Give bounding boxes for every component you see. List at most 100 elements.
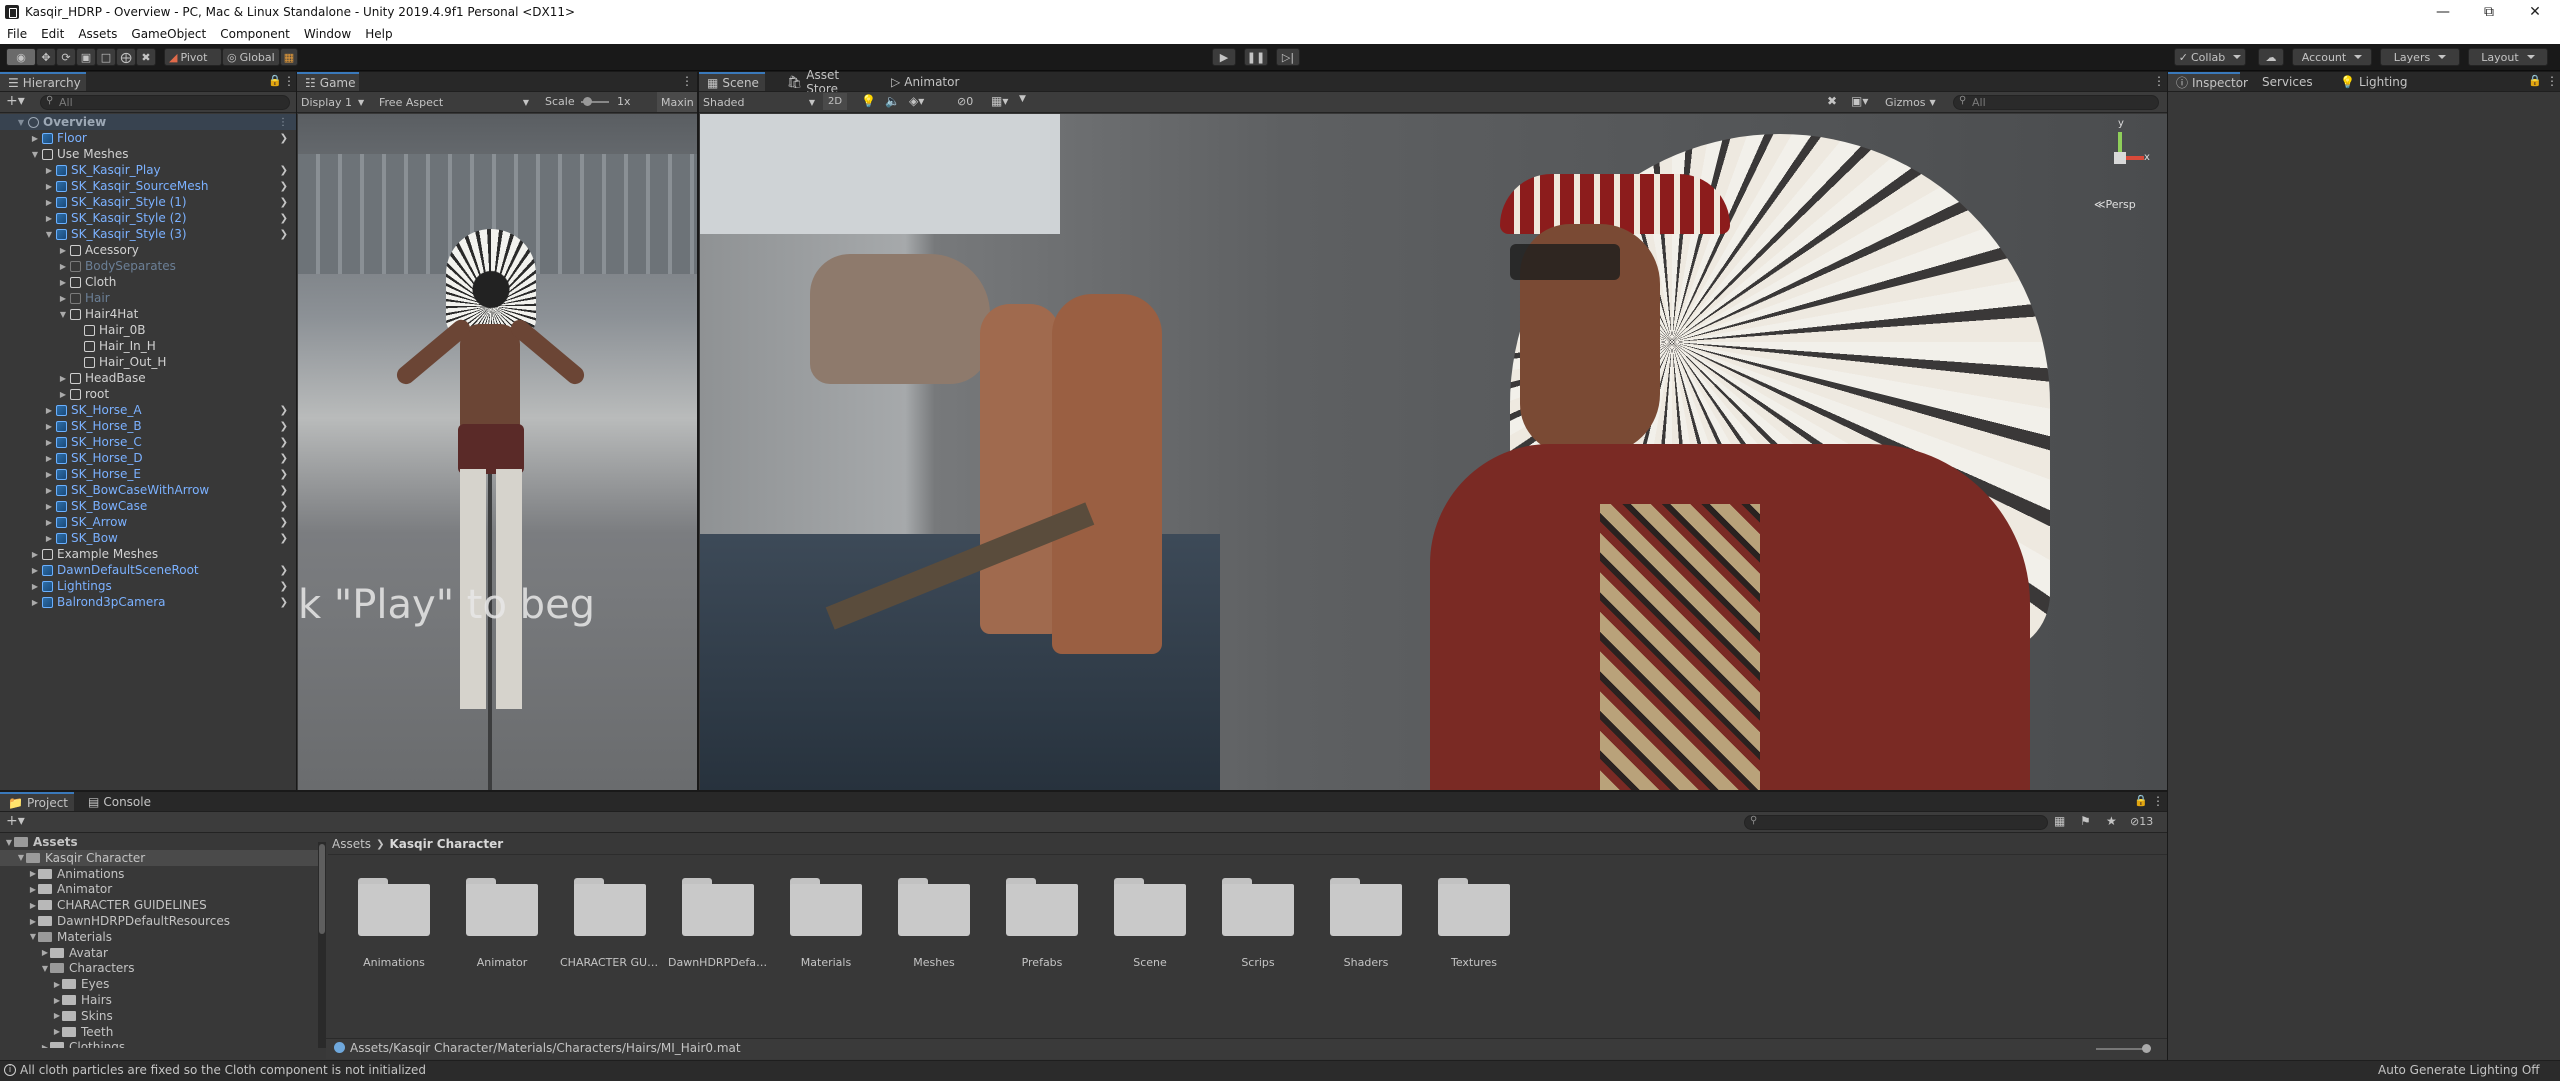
expand-arrow-right-icon[interactable]: ▶ <box>58 373 68 383</box>
hierarchy-row[interactable]: ▶ HeadBase <box>0 370 296 386</box>
scene-search-input[interactable]: All <box>1953 95 2159 110</box>
cloud-icon[interactable]: ☁ <box>2258 48 2284 66</box>
icon-size-slider-thumb[interactable] <box>2142 1044 2151 1053</box>
play-button[interactable]: ▶ <box>1212 48 1236 66</box>
expand-arrow-right-icon[interactable]: ▶ <box>58 389 68 399</box>
tab-asset-store[interactable]: 🛍 Asset Store <box>779 68 877 96</box>
expand-arrow-right-icon[interactable]: ▶ <box>28 900 38 910</box>
display-dropdown[interactable]: Display 1 ▼ <box>301 94 364 110</box>
expand-arrow-right-icon[interactable]: ▶ <box>44 213 54 223</box>
grid-chevron-icon[interactable]: ▼ <box>1019 94 1026 104</box>
pause-button[interactable]: ❚❚ <box>1244 48 1268 66</box>
shading-mode-dropdown[interactable]: Shaded ▼ <box>703 94 815 110</box>
project-kebab-icon[interactable]: ⋮ <box>2152 794 2164 808</box>
expand-arrow-right-icon[interactable]: ▶ <box>58 293 68 303</box>
hierarchy-row[interactable]: ▶ Example Meshes <box>0 546 296 562</box>
hierarchy-row[interactable]: ▶ SK_BowCase ❯ <box>0 498 296 514</box>
asset-folder-tile[interactable]: Meshes <box>880 878 988 1008</box>
project-tree-row[interactable]: ▼ Materials <box>0 929 318 945</box>
hierarchy-row[interactable]: ▶ Cloth <box>0 274 296 290</box>
hierarchy-row[interactable]: ▶ SK_Horse_C ❯ <box>0 434 296 450</box>
expand-arrow-down-icon[interactable]: ▼ <box>40 963 50 973</box>
gizmos-dropdown[interactable]: Gizmos ▼ <box>1885 94 1936 110</box>
global-toggle[interactable]: ◎ Global <box>222 48 280 66</box>
hierarchy-row[interactable]: ▼ Hair4Hat <box>0 306 296 322</box>
open-prefab-chevron-icon[interactable]: ❯ <box>280 181 288 192</box>
breadcrumb-kasqir-character[interactable]: Kasqir Character <box>389 837 503 851</box>
game-kebab-icon[interactable]: ⋮ <box>681 74 693 88</box>
hierarchy-search-input[interactable]: All <box>40 95 290 110</box>
open-prefab-chevron-icon[interactable]: ❯ <box>280 501 288 512</box>
favorite-star-icon[interactable]: ★ <box>2106 814 2117 828</box>
scene-kebab-icon[interactable]: ⋮ <box>2153 74 2165 88</box>
open-prefab-chevron-icon[interactable]: ❯ <box>280 485 288 496</box>
project-tree-scrollbar[interactable] <box>318 842 326 1048</box>
asset-folder-tile[interactable]: Materials <box>772 878 880 1008</box>
asset-folder-tile[interactable]: Scrips <box>1204 878 1312 1008</box>
asset-folder-tile[interactable]: Animations <box>340 878 448 1008</box>
open-prefab-chevron-icon[interactable]: ❯ <box>280 565 288 576</box>
asset-folder-tile[interactable]: DawnHDRPDefaul... <box>664 878 772 1008</box>
hierarchy-row[interactable]: ▶ root <box>0 386 296 402</box>
asset-folder-tile[interactable]: Textures <box>1420 878 1528 1008</box>
expand-arrow-right-icon[interactable]: ▶ <box>44 533 54 543</box>
open-prefab-chevron-icon[interactable]: ❯ <box>280 213 288 224</box>
project-tree-row[interactable]: ▶ Clothings <box>0 1039 318 1048</box>
expand-arrow-right-icon[interactable]: ▶ <box>44 421 54 431</box>
auto-lighting-status[interactable]: Auto Generate Lighting Off <box>2378 1063 2540 1077</box>
project-tree-row[interactable]: ▶ Animator <box>0 881 318 897</box>
scale-slider-thumb[interactable] <box>583 97 592 106</box>
hierarchy-row[interactable]: Hair_In_H <box>0 338 296 354</box>
hidden-objects-icon[interactable]: ⊘0 <box>957 95 973 108</box>
expand-arrow-right-icon[interactable]: ▶ <box>30 597 40 607</box>
hierarchy-row[interactable]: ▶ SK_Horse_A ❯ <box>0 402 296 418</box>
hierarchy-row[interactable]: ▶ SK_Kasqir_SourceMesh ❯ <box>0 178 296 194</box>
minimize-icon[interactable]: — <box>2420 0 2466 24</box>
expand-arrow-down-icon[interactable]: ▼ <box>44 229 54 239</box>
layout-dropdown[interactable]: Layout <box>2468 48 2548 66</box>
menu-gameobject[interactable]: GameObject <box>124 27 213 41</box>
project-tree-row[interactable]: ▶ CHARACTER GUIDELINES <box>0 897 318 913</box>
grid-dropdown-icon[interactable]: ▦▾ <box>991 94 1008 108</box>
project-tree-row[interactable]: ▶ Avatar <box>0 945 318 961</box>
move-tool-icon[interactable]: ✥ <box>36 48 56 66</box>
expand-arrow-right-icon[interactable]: ▶ <box>44 453 54 463</box>
maximize-on-play-toggle[interactable]: Maxin <box>657 92 697 112</box>
hierarchy-row[interactable]: ▶ BodySeparates <box>0 258 296 274</box>
icon-size-slider-track[interactable] <box>2096 1048 2146 1050</box>
menu-edit[interactable]: Edit <box>34 27 71 41</box>
tab-lighting[interactable]: 💡 Lighting <box>2332 72 2412 91</box>
expand-arrow-down-icon[interactable]: ▼ <box>58 309 68 319</box>
expand-arrow-right-icon[interactable]: ▶ <box>30 549 40 559</box>
tab-game[interactable]: ☷ Game <box>297 72 359 91</box>
project-lock-icon[interactable]: 🔒 <box>2134 794 2148 807</box>
hierarchy-row[interactable]: ▶ SK_Kasqir_Style (1) ❯ <box>0 194 296 210</box>
tab-animator[interactable]: ▷ Animator <box>883 72 969 91</box>
menu-assets[interactable]: Assets <box>71 27 124 41</box>
inspector-kebab-icon[interactable]: ⋮ <box>2546 74 2558 88</box>
restore-icon[interactable]: ⧉ <box>2466 0 2512 24</box>
scale-tool-icon[interactable]: ▣ <box>76 48 96 66</box>
scene-viewport[interactable]: y x ≪Persp <box>700 114 2167 790</box>
menu-file[interactable]: File <box>0 27 34 41</box>
project-tree-row[interactable]: ▶ DawnHDRPDefaultResources <box>0 913 318 929</box>
open-prefab-chevron-icon[interactable]: ❯ <box>280 197 288 208</box>
open-prefab-chevron-icon[interactable]: ❯ <box>280 533 288 544</box>
transform-tool-icon[interactable]: ⨁ <box>116 48 136 66</box>
rotate-tool-icon[interactable]: ⟳ <box>56 48 76 66</box>
expand-arrow-right-icon[interactable]: ▶ <box>52 979 62 989</box>
project-create-plus-icon[interactable]: +▾ <box>6 813 25 829</box>
scene-orientation-gizmo[interactable]: y x <box>2088 118 2150 186</box>
hierarchy-row[interactable]: ▶ SK_Horse_D ❯ <box>0 450 296 466</box>
menu-window[interactable]: Window <box>297 27 358 41</box>
2d-toggle[interactable]: 2D <box>823 93 847 110</box>
tab-scene[interactable]: ▦ Scene <box>699 72 765 91</box>
close-icon[interactable]: ✕ <box>2512 0 2558 24</box>
hierarchy-row[interactable]: ▶ SK_Horse_E ❯ <box>0 466 296 482</box>
project-tree-row[interactable]: ▼ Kasqir Character <box>0 849 318 866</box>
expand-arrow-right-icon[interactable]: ▶ <box>40 948 50 958</box>
hierarchy-row[interactable]: Hair_Out_H <box>0 354 296 370</box>
expand-arrow-right-icon[interactable]: ▶ <box>44 485 54 495</box>
project-search-input[interactable] <box>1744 815 2048 830</box>
expand-arrow-right-icon[interactable]: ▶ <box>52 995 62 1005</box>
